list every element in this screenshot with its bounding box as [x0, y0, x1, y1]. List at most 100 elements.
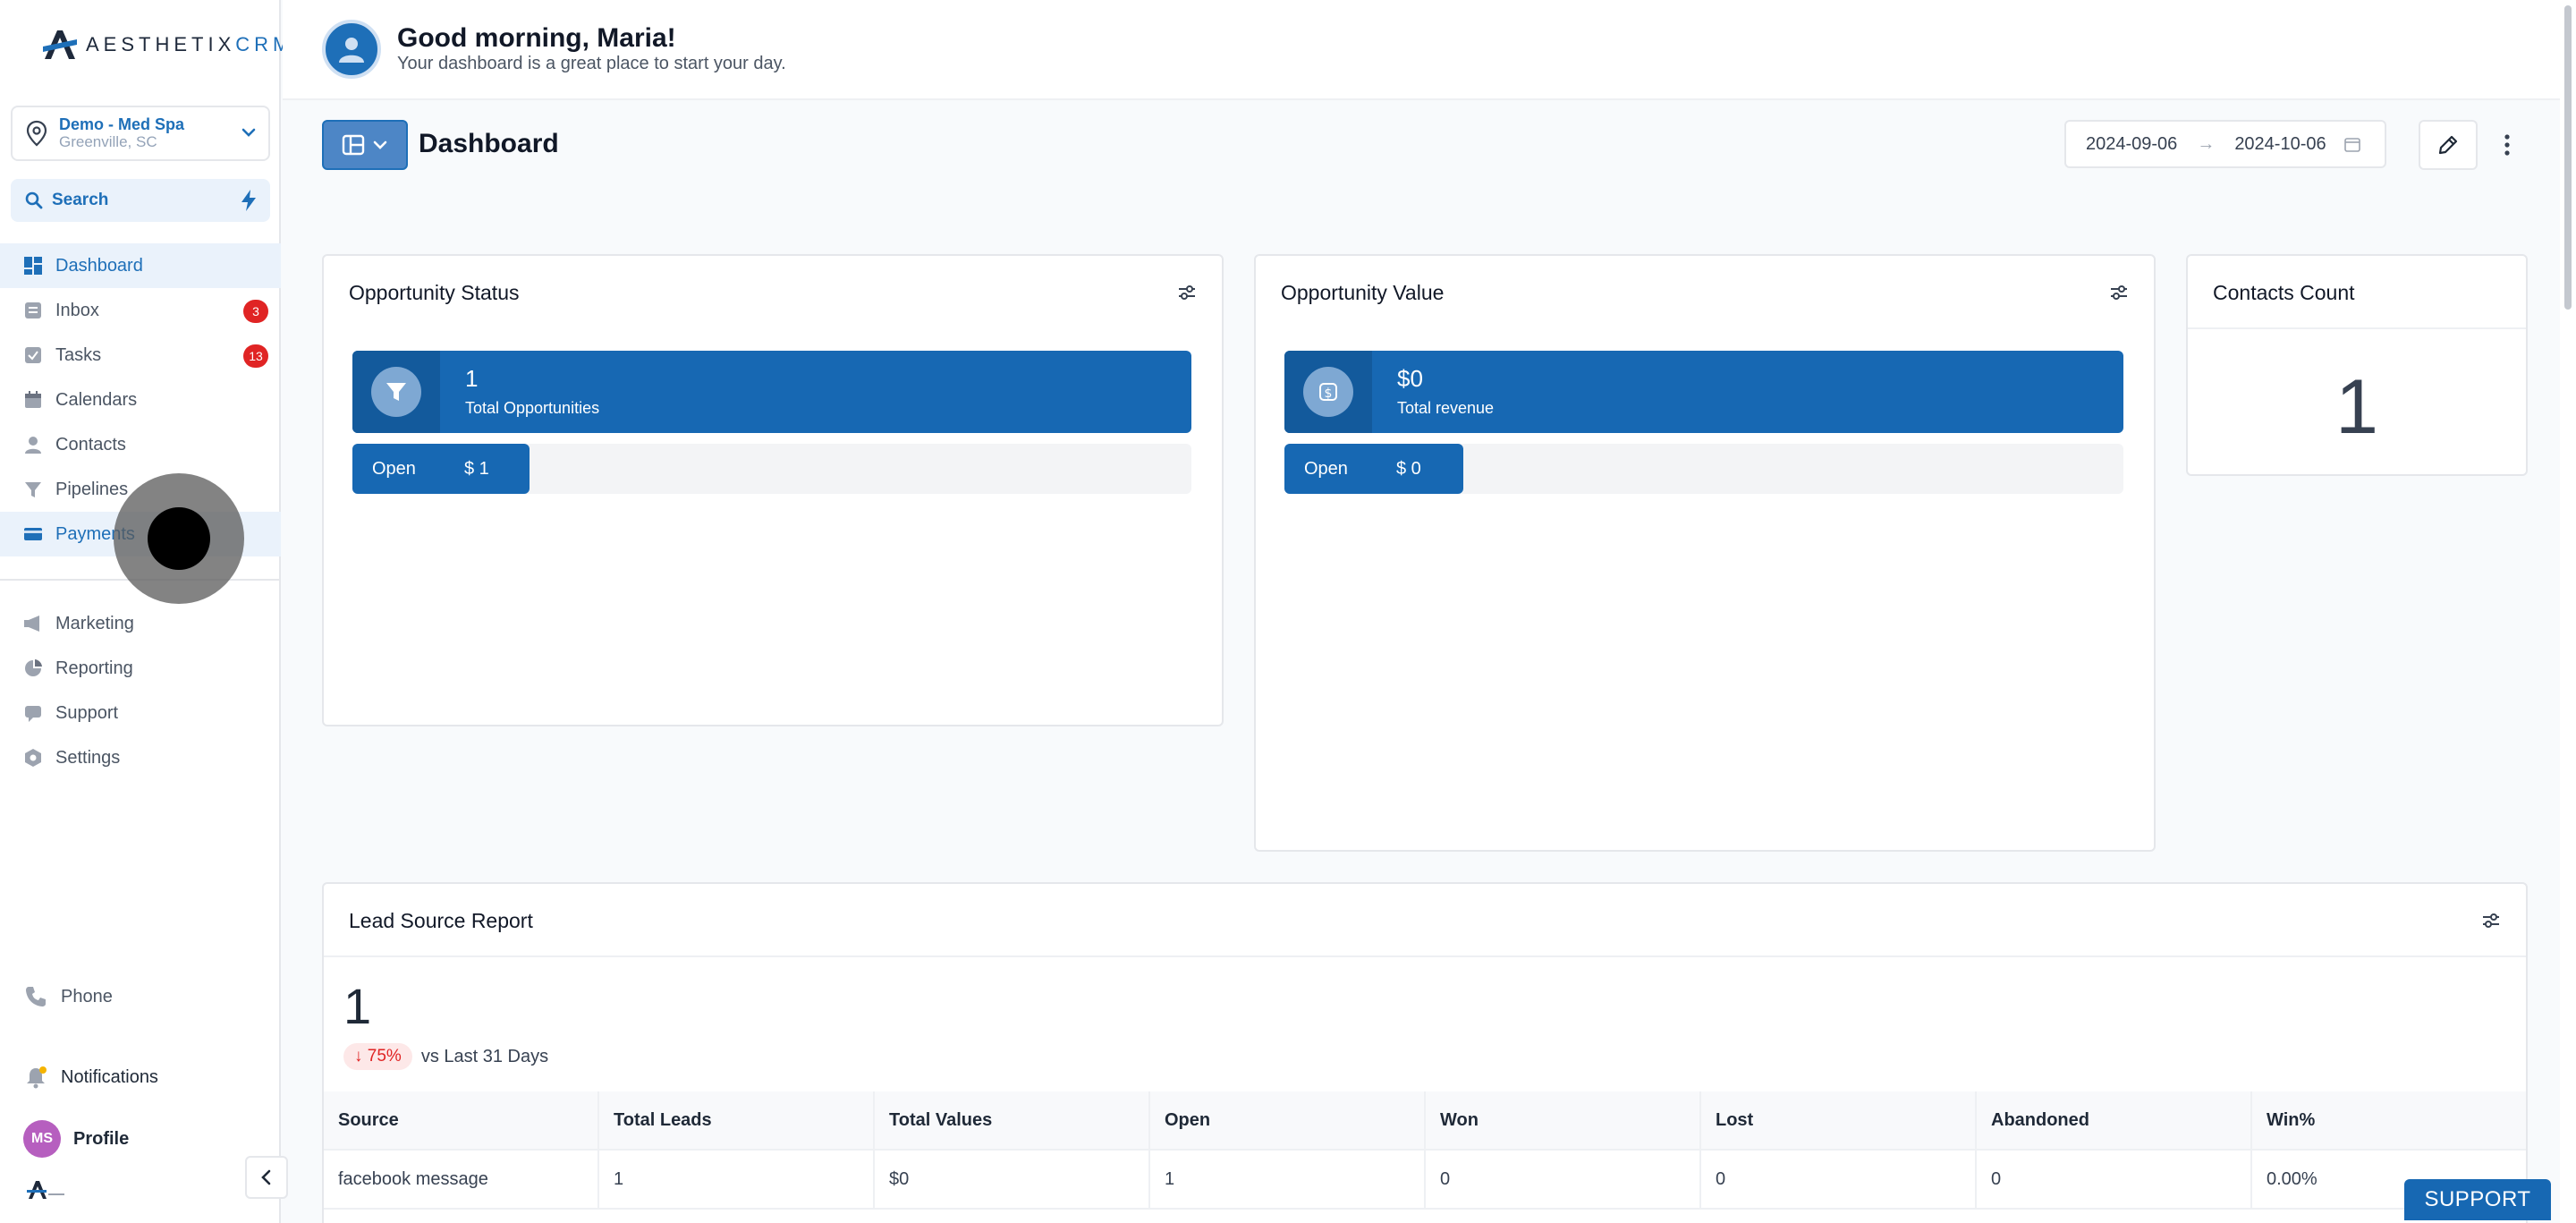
payments-icon — [24, 528, 42, 540]
lead-source-report-card: Lead Source Report 1 ↓ 75% vs Last 31 Da… — [322, 882, 2528, 1223]
notifications-label: Notifications — [61, 1066, 158, 1087]
filter-settings-icon[interactable] — [1177, 283, 1197, 302]
funnel-icon — [25, 482, 41, 497]
column-header[interactable]: Won — [1426, 1091, 1701, 1149]
sidebar-item-contacts[interactable]: Contacts — [0, 422, 281, 467]
funnel-icon-box — [352, 351, 440, 433]
support-button[interactable]: SUPPORT — [2404, 1179, 2551, 1220]
open-label: Open — [1304, 458, 1348, 479]
sidebar-item-label: Tasks — [55, 344, 102, 365]
date-range-picker[interactable]: 2024-09-06 → 2024-10-06 — [2064, 120, 2386, 168]
chevron-left-icon — [261, 1169, 271, 1185]
open-value: $ 1 — [463, 458, 489, 479]
phone-button[interactable]: Phone — [23, 984, 113, 1009]
open-value-pill[interactable]: Open $ 0 — [1284, 444, 1463, 494]
collapse-sidebar-button[interactable] — [245, 1156, 288, 1199]
total-revenue-value: $0 — [1397, 365, 1423, 392]
total-revenue-bar: $ $0 Total revenue — [1284, 351, 2123, 433]
contacts-count-card: Contacts Count 1 — [2186, 254, 2528, 476]
profile-button[interactable]: MS Profile — [23, 1120, 129, 1158]
lightning-icon[interactable] — [238, 188, 259, 213]
table-cell: 0 — [1426, 1151, 1701, 1208]
opportunity-status-card: Opportunity Status 1 Total Opportunities… — [322, 254, 1224, 726]
sidebar-item-dashboard[interactable]: Dashboard — [0, 243, 281, 288]
sidebar-item-calendars[interactable]: Calendars — [0, 378, 281, 422]
map-pin-icon — [26, 120, 47, 147]
filter-settings-icon[interactable] — [2109, 283, 2129, 302]
sidebar-item-settings[interactable]: Settings — [0, 735, 281, 780]
delta-text: vs Last 31 Days — [420, 1046, 549, 1066]
opportunity-value-card: Opportunity Value $ $0 Total revenue Ope… — [1254, 254, 2156, 852]
date-from[interactable]: 2024-09-06 — [2086, 134, 2177, 155]
tasks-count-badge: 13 — [243, 344, 268, 368]
open-value-row: Open $ 0 — [1284, 444, 2123, 494]
column-header[interactable]: Lost — [1701, 1091, 1977, 1149]
table-cell: 0 — [1977, 1151, 2252, 1208]
chevron-down-icon — [242, 128, 256, 137]
sidebar-nav-secondary: Marketing Reporting Support Settings — [0, 601, 281, 780]
table-cell: 0 — [1701, 1151, 1977, 1208]
column-header[interactable]: Total Leads — [599, 1091, 875, 1149]
open-value: $ 0 — [1395, 458, 1421, 479]
open-status-row: Open $ 1 — [352, 444, 1191, 494]
dollar-icon-box: $ — [1284, 351, 1372, 433]
calendar-icon — [25, 391, 41, 408]
user-avatar[interactable] — [322, 20, 381, 79]
pencil-icon — [2438, 135, 2458, 155]
column-header[interactable]: Abandoned — [1977, 1091, 2252, 1149]
contacts-icon — [25, 437, 41, 454]
scrollbar-thumb[interactable] — [2564, 5, 2572, 310]
sidebar-item-reporting[interactable]: Reporting — [0, 646, 281, 691]
megaphone-icon — [24, 616, 39, 632]
table-row[interactable]: facebook message 1 $0 1 0 0 0 0.00% — [324, 1151, 2526, 1210]
location-city: Greenville, SC — [59, 133, 157, 150]
small-logo-icon — [27, 1181, 64, 1199]
table-header-row: Source Total Leads Total Values Open Won… — [324, 1091, 2526, 1151]
column-header[interactable]: Total Values — [875, 1091, 1150, 1149]
total-revenue-label: Total revenue — [1397, 399, 1495, 417]
column-header[interactable]: Win% — [2252, 1091, 2526, 1149]
filter-settings-icon[interactable] — [2481, 911, 2501, 930]
user-icon — [339, 38, 364, 63]
sidebar-search[interactable]: Search — [11, 179, 270, 222]
date-to[interactable]: 2024-10-06 — [2234, 134, 2338, 155]
sidebar-item-label: Reporting — [55, 658, 133, 678]
open-status-pill[interactable]: Open $ 1 — [352, 444, 530, 494]
location-name: Demo - Med Spa — [59, 115, 185, 133]
column-header[interactable]: Source — [324, 1091, 599, 1149]
notifications-button[interactable]: Notifications — [23, 1065, 158, 1090]
sidebar-item-inbox[interactable]: Inbox 3 — [0, 288, 281, 333]
sidebar-item-label: Marketing — [55, 613, 134, 633]
logo-text: AESTHETIXCRM — [86, 33, 294, 55]
sidebar: AESTHETIXCRM Demo - Med Spa Greenville, … — [0, 0, 289, 1223]
total-opportunities-bar: 1 Total Opportunities — [352, 351, 1191, 433]
search-label: Search — [52, 191, 109, 209]
more-options-button[interactable] — [2494, 129, 2521, 161]
table-cell: $0 — [875, 1151, 1150, 1208]
app-logo[interactable]: AESTHETIXCRM — [41, 27, 293, 63]
calendar-icon — [2344, 138, 2361, 152]
layout-icon — [342, 134, 365, 156]
support-icon — [25, 706, 41, 722]
dashboard-switcher-button[interactable] — [322, 120, 408, 170]
sidebar-item-label: Pipelines — [55, 479, 129, 499]
top-header: Good morning, Maria! Your dashboard is a… — [283, 0, 2576, 100]
phone-icon — [26, 987, 46, 1006]
location-switcher[interactable]: Demo - Med Spa Greenville, SC — [11, 106, 270, 161]
click-indicator — [114, 473, 244, 604]
sidebar-item-tasks[interactable]: Tasks 13 — [0, 333, 281, 378]
column-header[interactable]: Open — [1150, 1091, 1426, 1149]
lead-total-value: 1 — [343, 978, 372, 1034]
greeting-title: Good morning, Maria! — [397, 23, 676, 53]
sidebar-item-label: Calendars — [55, 389, 138, 410]
edit-dashboard-button[interactable] — [2419, 120, 2478, 170]
lead-source-table: Source Total Leads Total Values Open Won… — [324, 1091, 2526, 1210]
dashboard-icon — [24, 257, 42, 275]
sidebar-item-support[interactable]: Support — [0, 691, 281, 735]
phone-label: Phone — [61, 986, 113, 1006]
page-scrollbar[interactable] — [2560, 0, 2576, 1223]
avatar: MS — [23, 1120, 61, 1158]
gear-icon — [25, 749, 41, 767]
funnel-icon — [371, 367, 421, 417]
sidebar-item-marketing[interactable]: Marketing — [0, 601, 281, 646]
